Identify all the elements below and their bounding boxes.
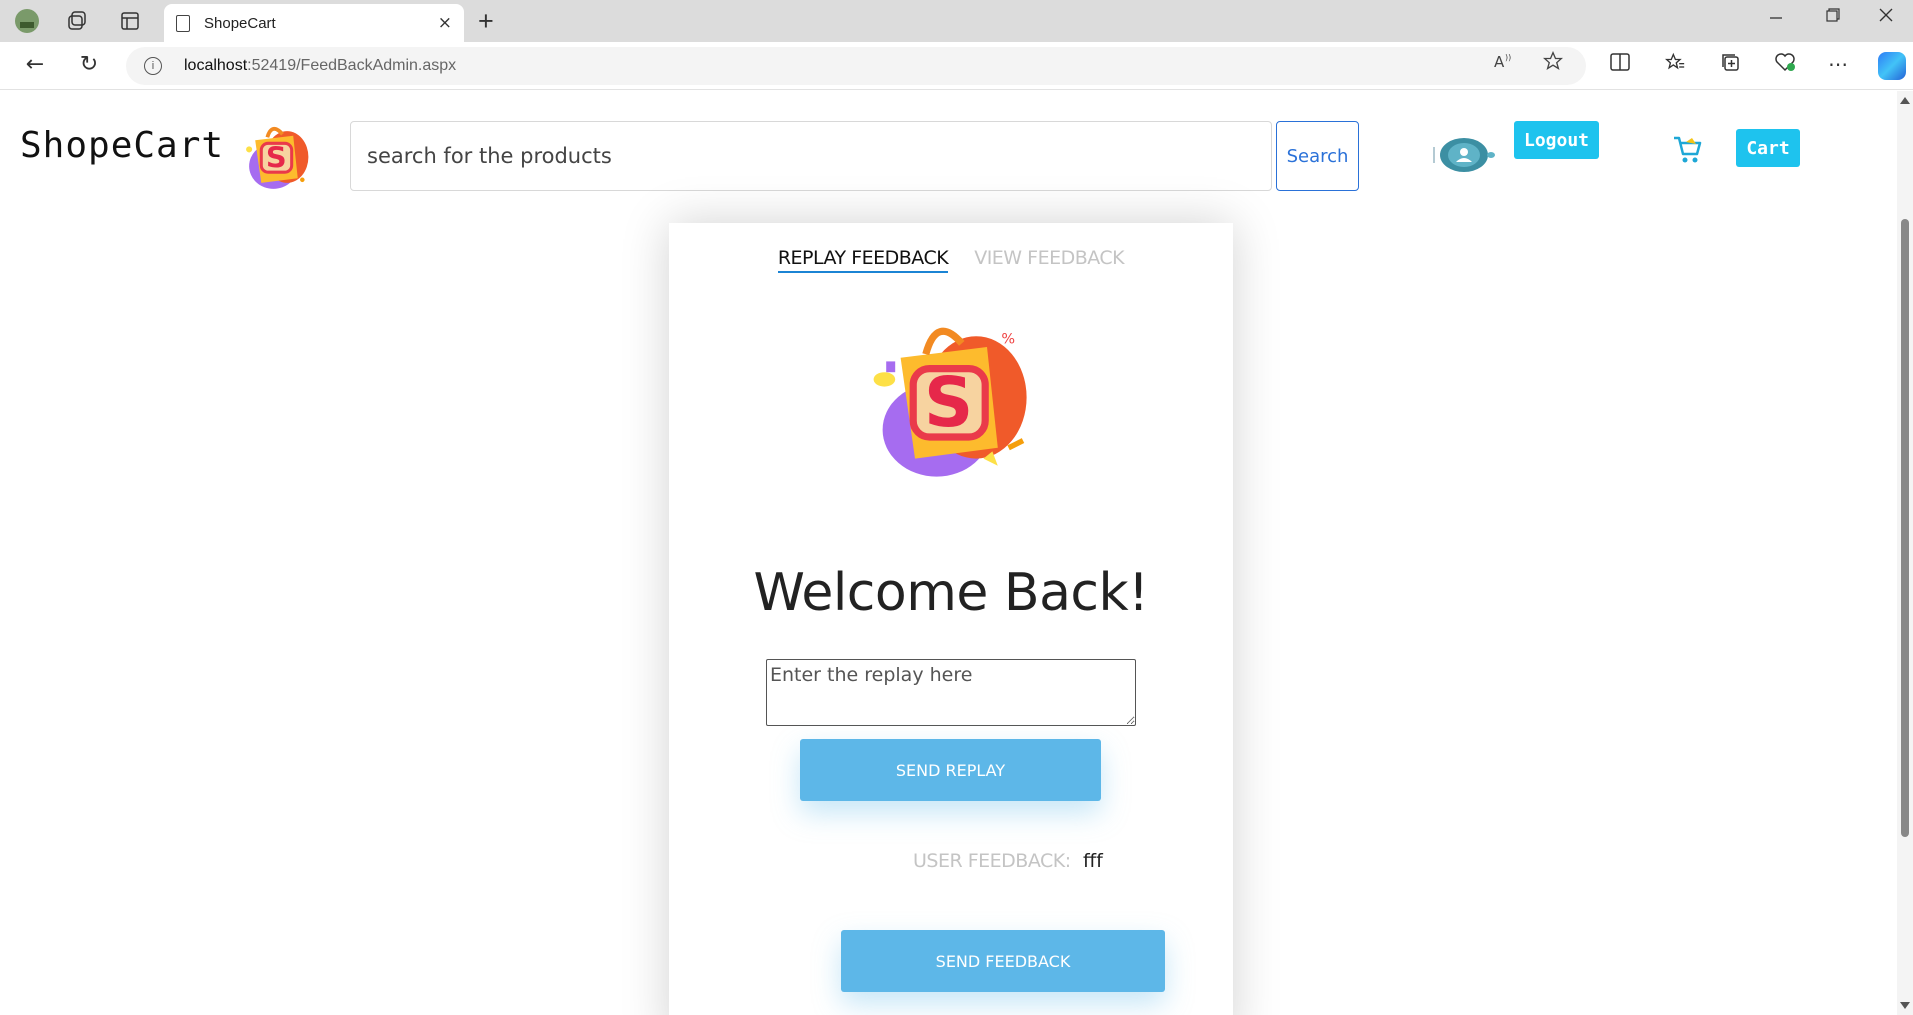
user-feedback-label: USER FEEDBACK: — [913, 850, 1071, 872]
url-field[interactable]: i localhost :52419/FeedBackAdmin.aspx — [126, 47, 1586, 85]
address-bar-row: ← ↻ i localhost :52419/FeedBackAdmin.asp… — [0, 42, 1913, 90]
site-info-icon[interactable]: i — [144, 57, 162, 75]
shopecart-logo-large-icon: S % — [873, 327, 1027, 477]
minimize-icon[interactable] — [1756, 6, 1796, 27]
tab-title: ShopeCart — [204, 14, 276, 32]
new-tab-button[interactable]: + — [478, 6, 494, 37]
search-button[interactable]: Search — [1276, 121, 1359, 191]
send-feedback-button[interactable]: SEND FEEDBACK — [841, 930, 1165, 992]
svg-text:)): )) — [1505, 53, 1511, 62]
read-aloud-icon[interactable]: A)) — [1489, 51, 1519, 75]
shopecart-logo-icon: S — [246, 126, 309, 189]
profile-avatar-icon[interactable] — [14, 8, 40, 34]
page-viewport: ShopeCart S Search Logout Cart REPLAY FE… — [0, 91, 1897, 1015]
tab-replay-feedback[interactable]: REPLAY FEEDBACK — [777, 247, 949, 273]
card-tabs: REPLAY FEEDBACK VIEW FEEDBACK — [669, 247, 1233, 273]
feedback-card: REPLAY FEEDBACK VIEW FEEDBACK S % Welcom… — [669, 223, 1233, 1015]
refresh-icon[interactable]: ↻ — [74, 52, 104, 77]
product-search-input[interactable] — [350, 121, 1272, 191]
back-icon[interactable]: ← — [20, 52, 50, 77]
browser-tab-active[interactable]: ShopeCart × — [164, 4, 464, 42]
scrollbar-thumb[interactable] — [1901, 219, 1909, 837]
page-scrollbar[interactable] — [1897, 91, 1913, 1015]
browser-essentials-icon[interactable] — [1770, 52, 1800, 77]
svg-text:S: S — [266, 141, 287, 175]
scroll-up-icon[interactable] — [1900, 97, 1910, 104]
favorite-star-icon[interactable] — [1538, 50, 1568, 76]
user-avatar-icon[interactable] — [1430, 135, 1496, 175]
copilot-icon[interactable] — [1878, 52, 1906, 80]
vertical-tabs-icon[interactable] — [117, 8, 143, 34]
split-screen-icon[interactable] — [1605, 52, 1635, 76]
collections-icon[interactable] — [1715, 52, 1745, 77]
svg-text:S: S — [924, 364, 973, 443]
more-menu-icon[interactable]: ⋯ — [1823, 52, 1853, 76]
url-host: localhost — [184, 57, 248, 74]
logout-button[interactable]: Logout — [1514, 121, 1599, 159]
workspaces-icon[interactable] — [64, 8, 90, 34]
close-window-icon[interactable] — [1866, 6, 1906, 27]
tab-view-feedback[interactable]: VIEW FEEDBACK — [974, 247, 1124, 273]
brand-name: ShopeCart — [20, 125, 225, 166]
replay-textarea[interactable] — [766, 659, 1136, 726]
cart-button[interactable]: Cart — [1736, 129, 1800, 167]
svg-text:%: % — [1001, 331, 1015, 347]
send-replay-button[interactable]: SEND REPLAY — [800, 739, 1101, 801]
svg-text:A: A — [1494, 53, 1505, 70]
restore-icon[interactable] — [1813, 6, 1853, 27]
url-path: :52419/FeedBackAdmin.aspx — [247, 57, 457, 74]
scroll-down-icon[interactable] — [1900, 1002, 1910, 1009]
welcome-heading: Welcome Back! — [753, 563, 1149, 623]
user-feedback-value: fff — [1083, 850, 1103, 872]
page-icon — [176, 14, 190, 32]
favorites-icon[interactable] — [1660, 52, 1690, 77]
close-tab-icon[interactable]: × — [438, 13, 452, 33]
browser-tab-bar: ShopeCart × + — [0, 0, 1913, 42]
shopping-cart-icon[interactable] — [1672, 135, 1704, 165]
